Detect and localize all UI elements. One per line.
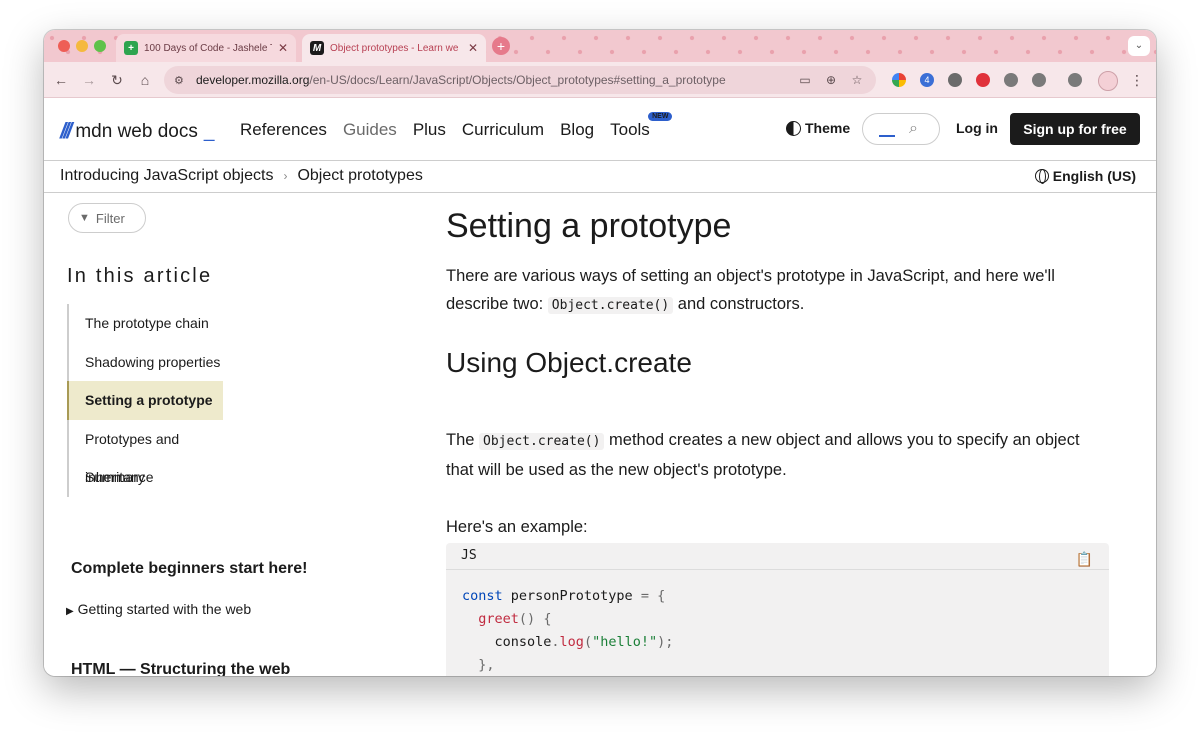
forward-arrow-icon[interactable]: →	[80, 71, 98, 89]
filter-button[interactable]: ▼ Filter	[68, 203, 146, 233]
browser-window: + 100 Days of Code - Jashele T ✕ M Objec…	[44, 30, 1156, 676]
sidebar-item-getting-started[interactable]: ▶ Getting started with the web	[66, 601, 251, 617]
back-arrow-icon[interactable]: ←	[52, 71, 70, 89]
globe-icon	[1034, 169, 1049, 184]
tab-search-button[interactable]: ⌄	[1128, 36, 1150, 56]
reload-icon[interactable]: ↻	[108, 71, 126, 89]
zoom-icon[interactable]: ⊕	[824, 73, 838, 87]
section-heading-html: HTML — Structuring the web	[71, 661, 291, 676]
mdn-logo[interactable]: /// mdn web docs _	[60, 120, 214, 142]
main-nav: References Guides Plus Curriculum Blog T…	[240, 112, 673, 140]
tab-strip: + 100 Days of Code - Jashele T ✕ M Objec…	[44, 30, 1156, 62]
block-extension-icon[interactable]	[976, 73, 990, 87]
code-header: JS 📋	[446, 543, 1109, 570]
copy-icon[interactable]: 📋	[1076, 547, 1093, 573]
section-heading-beginners: Complete beginners start here!	[71, 560, 308, 577]
disclosure-triangle-icon: ▶	[66, 606, 74, 617]
search-input[interactable]: ⌕	[862, 113, 940, 145]
extensions-icon[interactable]	[1032, 73, 1046, 87]
url-path: /en-US/docs/Learn/JavaScript/Objects/Obj…	[309, 73, 726, 87]
mdn-icon: M	[310, 41, 324, 55]
logo-underscore-icon: _	[203, 121, 215, 142]
code-language: JS	[461, 548, 477, 563]
paragraph-text: and constructors.	[673, 295, 805, 313]
breadcrumb-item-objects[interactable]: Introducing JavaScript objects	[60, 167, 273, 185]
toc-item-inheritance[interactable]: Prototypes and inheritance	[69, 420, 225, 486]
chevron-right-icon: ›	[283, 169, 288, 183]
plus-icon: +	[124, 41, 138, 55]
theme-icon	[786, 120, 801, 136]
search-caret	[879, 135, 895, 137]
breadcrumb: Introducing JavaScript objects › Object …	[60, 167, 423, 185]
paragraph-text: The	[446, 431, 480, 449]
example-intro: Here's an example:	[446, 518, 588, 536]
close-icon[interactable]: ✕	[468, 41, 478, 55]
intro-paragraph: There are various ways of setting an obj…	[446, 262, 1106, 320]
nav-tools-wrapper: Tools NEW	[610, 112, 673, 140]
site-header: /// mdn web docs _ References Guides Plu…	[44, 98, 1156, 161]
language-label: English (US)	[1052, 168, 1136, 184]
close-window-button[interactable]	[58, 40, 70, 52]
search-icon: ⌕	[909, 120, 918, 137]
profile-avatar[interactable]	[1098, 71, 1118, 91]
nav-blog[interactable]: Blog	[560, 120, 594, 140]
inline-code: Object.create()	[479, 433, 605, 450]
site-info-icon[interactable]: ⚙	[174, 74, 188, 87]
close-icon[interactable]: ✕	[278, 41, 288, 55]
install-app-icon[interactable]: ▭	[798, 73, 812, 87]
table-of-contents: The prototype chain Shadowing properties…	[67, 304, 225, 497]
inline-code: Object.create()	[547, 297, 674, 314]
object-create-paragraph: The Object.create() method creates a new…	[446, 426, 1106, 484]
new-tab-button[interactable]: +	[492, 37, 510, 55]
code-block: JS 📋 const personPrototype = { greet() {…	[446, 543, 1109, 676]
maximize-window-button[interactable]	[94, 40, 106, 52]
filter-label: Filter	[95, 210, 125, 226]
logo-text: mdn web docs	[75, 121, 198, 142]
code-content: const personPrototype = { greet() { cons…	[462, 588, 674, 673]
theme-button[interactable]: Theme	[786, 120, 850, 136]
theme-label: Theme	[805, 120, 851, 136]
breadcrumb-bar: Introducing JavaScript objects › Object …	[44, 161, 1156, 193]
address-bar[interactable]: ⚙ developer.mozilla.org/en-US/docs/Learn…	[164, 66, 876, 94]
nav-tools[interactable]: Tools	[610, 120, 650, 139]
nav-curriculum[interactable]: Curriculum	[462, 120, 544, 140]
toc-heading: In this article	[67, 265, 213, 287]
puzzle-extension-icon[interactable]	[948, 73, 962, 87]
tab-title: 100 Days of Code - Jashele T	[144, 42, 272, 54]
login-button[interactable]: Log in	[956, 120, 998, 136]
mdn-logo-icon: ///	[60, 118, 72, 143]
color-extension-icon[interactable]	[892, 73, 906, 87]
new-badge: NEW	[648, 112, 673, 121]
signup-button[interactable]: Sign up for free	[1010, 113, 1140, 145]
page-title: Setting a prototype	[446, 207, 732, 245]
nav-plus[interactable]: Plus	[413, 120, 446, 140]
tab-100-days[interactable]: + 100 Days of Code - Jashele T ✕	[116, 34, 296, 62]
sidebar: ▼ Filter In this article The prototype c…	[44, 193, 424, 676]
sync-icon[interactable]	[1068, 73, 1082, 87]
nav-guides[interactable]: Guides	[343, 120, 397, 140]
nav-references[interactable]: References	[240, 120, 327, 140]
browser-toolbar: ← → ↻ ⌂ ⚙ developer.mozilla.org/en-US/do…	[44, 62, 1156, 98]
language-selector[interactable]: English (US)	[1034, 168, 1136, 184]
url-host: developer.mozilla.org	[196, 73, 310, 87]
toc-item-prototype-chain[interactable]: The prototype chain	[69, 304, 225, 343]
toc-item-shadowing[interactable]: Shadowing properties	[69, 343, 225, 382]
tab-title: Object prototypes - Learn we	[330, 42, 459, 54]
bookmark-star-icon[interactable]: ☆	[850, 73, 864, 87]
main-content: Setting a prototype There are various wa…	[446, 193, 1156, 676]
camera-icon[interactable]	[1004, 73, 1018, 87]
filter-icon: ▼	[79, 212, 90, 224]
toc-item-setting-prototype[interactable]: Setting a prototype	[67, 381, 223, 420]
section-heading: Using Object.create	[446, 347, 692, 378]
extension-badge-count: 4	[924, 75, 930, 85]
sidebar-item-label: Getting started with the web	[77, 601, 252, 617]
minimize-window-button[interactable]	[76, 40, 88, 52]
breadcrumb-item-prototypes[interactable]: Object prototypes	[297, 167, 422, 185]
tab-object-prototypes[interactable]: M Object prototypes - Learn we ✕	[302, 34, 486, 62]
home-icon[interactable]: ⌂	[136, 71, 154, 89]
menu-kebab-icon[interactable]: ⋮	[1128, 71, 1146, 89]
extension-badge-icon[interactable]: 4	[920, 73, 934, 87]
